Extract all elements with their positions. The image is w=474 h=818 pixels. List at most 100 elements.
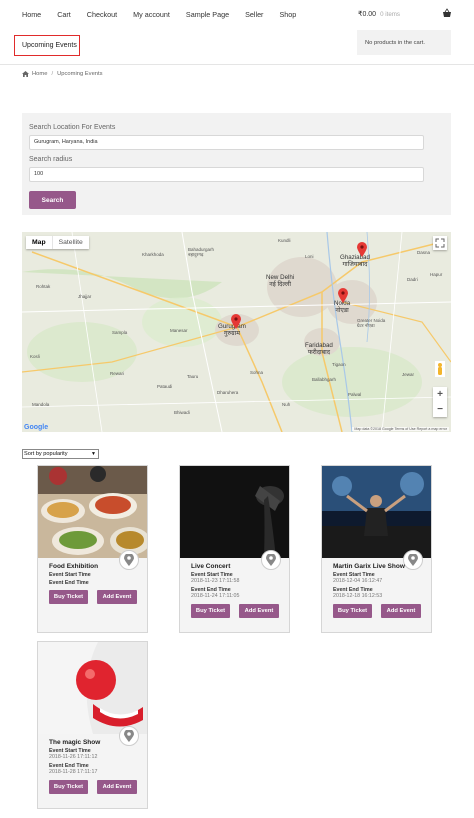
event-card: Food Exhibition Event Start Time Event E… [37, 465, 148, 633]
map-city-greater-noida: Greater Noida ग्रेटर नोएडा [357, 318, 386, 328]
map-attribution[interactable]: Map data ©2018 Google Terms of Use Repor… [352, 427, 449, 431]
map-place: Pataudi [157, 384, 173, 389]
event-start-label: Event Start Time [49, 572, 91, 578]
map-tab-map[interactable]: Map [26, 236, 52, 249]
map-place: Nuh [282, 402, 291, 407]
event-card: Martin Garix Live Show Event Start Time … [321, 465, 432, 633]
breadcrumb: Home / Upcoming Events [22, 71, 103, 77]
mini-cart-empty-message: No products in the cart. [365, 39, 425, 46]
nav-cart[interactable]: Cart [57, 10, 71, 20]
map-city-new-delhi: New Delhi नई दिल्ली [266, 274, 295, 288]
map-place: Bhiwadi [174, 410, 190, 415]
live-concert-image [180, 466, 289, 558]
location-pin-icon[interactable] [261, 550, 281, 570]
buy-ticket-button[interactable]: Buy Ticket [191, 604, 230, 618]
map-place: Jewar [402, 372, 415, 377]
nav-home[interactable]: Home [22, 10, 41, 20]
dropdown-arrow-icon: ▼ [91, 451, 96, 457]
location-input[interactable]: Gurugram, Haryana, India [29, 135, 424, 150]
google-logo: Google [24, 424, 49, 431]
location-pin-icon[interactable] [119, 726, 139, 746]
fullscreen-button[interactable] [433, 236, 447, 250]
location-label: Search Location For Events [29, 124, 116, 131]
nav-sample-page[interactable]: Sample Page [186, 10, 229, 20]
map-city-bahadurgarh: Bahadurgarh बहादुरगढ़ [188, 247, 215, 257]
map-place: Hapur [430, 272, 443, 277]
mini-cart-dropdown: No products in the cart. [357, 30, 451, 55]
event-start-time: 2018-12-04 16:12:47 [333, 578, 383, 584]
zoom-out-button[interactable]: − [433, 402, 447, 417]
map-marker-ghaziabad[interactable] [357, 242, 367, 257]
street-view-pegman-icon[interactable] [435, 361, 445, 377]
map-place: Dharuhera [217, 390, 239, 395]
map-place: Loni [305, 254, 314, 259]
event-card: Live Concert Event Start Time 2018-11-23… [179, 465, 290, 633]
radius-label: Search radius [29, 156, 73, 163]
buy-ticket-button[interactable]: Buy Ticket [333, 604, 372, 618]
cart-total-amount: ₹0.00 [358, 11, 377, 18]
event-image[interactable] [180, 466, 289, 558]
map-type-control: Map Satellite [26, 236, 89, 249]
zoom-in-button[interactable]: + [433, 387, 447, 402]
event-title[interactable]: Martin Garix Live Show [333, 563, 405, 570]
map-place: Sohna [250, 370, 264, 375]
nav-checkout[interactable]: Checkout [87, 10, 117, 20]
breadcrumb-separator: / [51, 71, 54, 77]
magic-show-image [38, 642, 147, 734]
map-tab-satellite[interactable]: Satellite [51, 236, 89, 249]
sort-selected-value: Sort by popularity [24, 451, 68, 457]
map-place: Kundli [278, 238, 291, 243]
map-place: Manesar [170, 328, 188, 333]
event-end-time: 2018-12-18 16:12:53 [333, 593, 383, 599]
add-event-button[interactable]: Add Event [239, 604, 279, 618]
sort-select[interactable]: Sort by popularity ▼ [22, 449, 99, 459]
event-title[interactable]: Live Concert [191, 563, 230, 570]
nav-shop[interactable]: Shop [279, 10, 296, 20]
map-place: Dadri [407, 277, 418, 282]
map-place: Sampla [112, 330, 128, 335]
map-place: Kharkhoda [142, 252, 164, 257]
location-pin-icon[interactable] [403, 550, 423, 570]
buy-ticket-button[interactable]: Buy Ticket [49, 590, 88, 604]
event-start-time: 2018-11-23 17:11:58 [191, 578, 240, 584]
event-image[interactable] [38, 642, 147, 734]
martin-garix-image [322, 466, 431, 558]
basket-icon[interactable] [442, 8, 452, 18]
breadcrumb-home[interactable]: Home [32, 71, 47, 77]
map-place: Mandola [32, 402, 50, 407]
map-place: Kosli [30, 354, 40, 359]
event-card: The magic Show Event Start Time 2018-11-… [37, 641, 148, 809]
map-place: Tigaon [332, 362, 346, 367]
cart-item-count: 0 items [380, 11, 401, 18]
event-end-label: Event End Time [49, 580, 89, 586]
location-pin-icon[interactable] [119, 550, 139, 570]
event-image[interactable] [38, 466, 147, 558]
event-start-time: 2018-11-26 17:11:12 [49, 754, 98, 760]
primary-nav: Home Cart Checkout My account Sample Pag… [22, 10, 312, 20]
nav-my-account[interactable]: My account [133, 10, 170, 20]
nav-seller[interactable]: Seller [245, 10, 263, 20]
radius-input[interactable]: 100 [29, 167, 424, 182]
event-end-time: 2018-11-24 17:11:05 [191, 593, 240, 599]
buy-ticket-button[interactable]: Buy Ticket [49, 780, 88, 794]
map-marker-noida[interactable] [338, 288, 348, 303]
header-divider [0, 64, 474, 65]
search-button[interactable]: Search [29, 191, 76, 209]
events-map[interactable]: Map Satellite New Delhi नई दिल्ली Ghaziab… [22, 232, 451, 432]
map-place: Rewari [110, 371, 125, 376]
page-title: Upcoming Events [14, 35, 80, 56]
map-place: Tauru [187, 374, 199, 379]
add-event-button[interactable]: Add Event [97, 590, 137, 604]
map-place: Rohtak [36, 284, 51, 289]
event-title[interactable]: Food Exhibition [49, 563, 98, 570]
event-title[interactable]: The magic Show [49, 739, 100, 746]
map-marker-gurugram[interactable] [231, 314, 241, 329]
add-event-button[interactable]: Add Event [381, 604, 421, 618]
map-city-faridabad: Faridabad फरीदाबाद [305, 342, 333, 356]
breadcrumb-current: Upcoming Events [57, 71, 103, 77]
map-place: Ballabhgarh [312, 377, 337, 382]
event-image[interactable] [322, 466, 431, 558]
event-search-panel: Search Location For Events Gurugram, Har… [22, 113, 451, 215]
add-event-button[interactable]: Add Event [97, 780, 137, 794]
header-cart-link[interactable]: ₹0.00 0 items [358, 10, 400, 18]
